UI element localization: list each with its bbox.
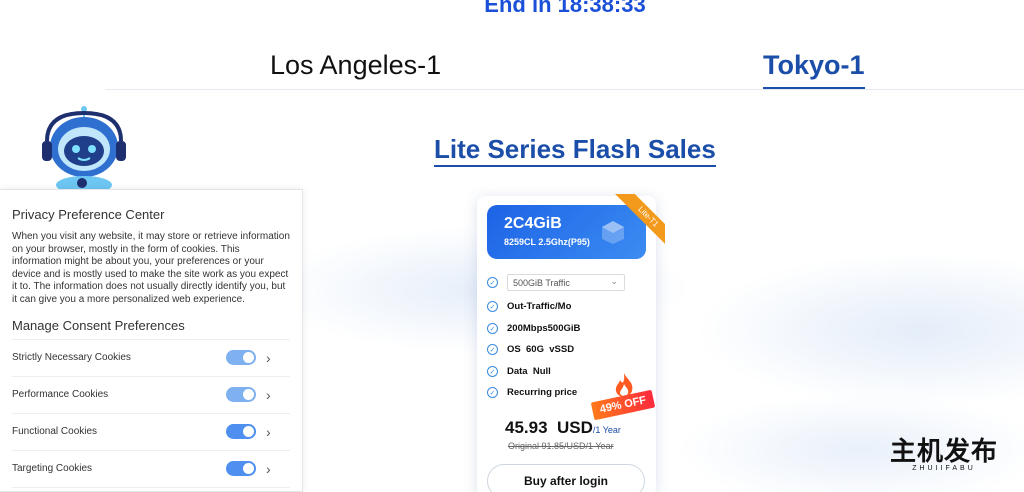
- chevron-down-icon: ⌄: [610, 276, 618, 286]
- manage-consent-title: Manage Consent Preferences: [12, 318, 290, 340]
- chevron-right-icon[interactable]: ›: [266, 387, 276, 403]
- feature-label: Recurring price: [507, 387, 578, 398]
- cookie-toggle[interactable]: [226, 350, 256, 366]
- feature-label: OS 60G vSSD: [507, 344, 575, 355]
- feature-traffic: ✓ 500GiB Traffic ⌄: [487, 274, 625, 291]
- feature-label: Data Null: [507, 366, 551, 377]
- cookie-toggle[interactable]: [226, 424, 256, 440]
- tab-los-angeles[interactable]: Los Angeles-1: [270, 50, 441, 87]
- tab-tokyo[interactable]: Tokyo-1: [763, 50, 865, 89]
- feature-label: 200Mbps500GiB: [507, 323, 581, 334]
- watermark-cn: 主机发布: [889, 437, 998, 467]
- ribbon-label: Lite-T1: [611, 194, 665, 254]
- cookie-row-performance[interactable]: Performance Cookies ›: [12, 377, 290, 414]
- feature-item: ✓ Data Null: [487, 366, 551, 377]
- price-period: /1 Year: [592, 425, 621, 435]
- check-circle-icon: ✓: [487, 301, 498, 312]
- check-circle-icon: ✓: [487, 323, 498, 334]
- privacy-title: Privacy Preference Center: [12, 207, 165, 222]
- series-ribbon: Lite-T1: [605, 194, 665, 254]
- chevron-right-icon[interactable]: ›: [266, 350, 276, 366]
- region-tabs: Los Angeles-1 Tokyo-1: [105, 46, 1024, 90]
- privacy-description: When you visit any website, it may store…: [12, 231, 290, 305]
- cookie-row-strictly-necessary[interactable]: Strictly Necessary Cookies ›: [12, 340, 290, 377]
- check-circle-icon: ✓: [487, 387, 498, 398]
- cookie-row-targeting[interactable]: Targeting Cookies ›: [12, 451, 290, 488]
- product-card: 2C4GiB 8259CL 2.5Ghz(P95) Lite-T1 ✓ 500G…: [477, 194, 665, 492]
- cookie-label: Performance Cookies: [12, 389, 109, 401]
- feature-item: ✓ Out-Traffic/Mo: [487, 301, 571, 312]
- feature-item: ✓ OS 60G vSSD: [487, 344, 574, 355]
- feature-label: Out-Traffic/Mo: [507, 301, 572, 312]
- check-circle-icon: ✓: [487, 344, 498, 355]
- feature-item: ✓ 200Mbps500GiB: [487, 323, 580, 334]
- cookie-row-functional[interactable]: Functional Cookies ›: [12, 414, 290, 451]
- discount-badge: 49% OFF: [590, 372, 660, 424]
- robot-assistant-icon[interactable]: [38, 105, 130, 191]
- cookie-label: Strictly Necessary Cookies: [12, 352, 131, 364]
- traffic-select-value: 500GiB Traffic: [513, 277, 570, 288]
- section-title: Lite Series Flash Sales: [434, 134, 716, 167]
- countdown-timer: End in 18:38:33: [484, 0, 646, 17]
- privacy-preference-center: Privacy Preference Center When you visit…: [0, 189, 303, 492]
- price-amount: 45.93 USD: [505, 418, 593, 437]
- chevron-right-icon[interactable]: ›: [266, 424, 276, 440]
- cookie-toggle[interactable]: [226, 387, 256, 403]
- check-circle-icon: ✓: [487, 366, 498, 377]
- cookie-label: Targeting Cookies: [12, 463, 93, 475]
- feature-item: ✓ Recurring price: [487, 387, 577, 398]
- original-price: Original 91.85/USD/1 Year: [508, 441, 614, 451]
- cookie-toggle[interactable]: [226, 461, 256, 477]
- check-circle-icon: ✓: [487, 277, 498, 288]
- traffic-select[interactable]: 500GiB Traffic ⌄: [507, 274, 625, 291]
- cookie-label: Functional Cookies: [12, 426, 98, 438]
- buy-after-login-button[interactable]: Buy after login: [487, 464, 645, 492]
- chevron-right-icon[interactable]: ›: [266, 461, 276, 477]
- site-watermark: 主机发布 ZHUIIFABU: [880, 437, 1008, 477]
